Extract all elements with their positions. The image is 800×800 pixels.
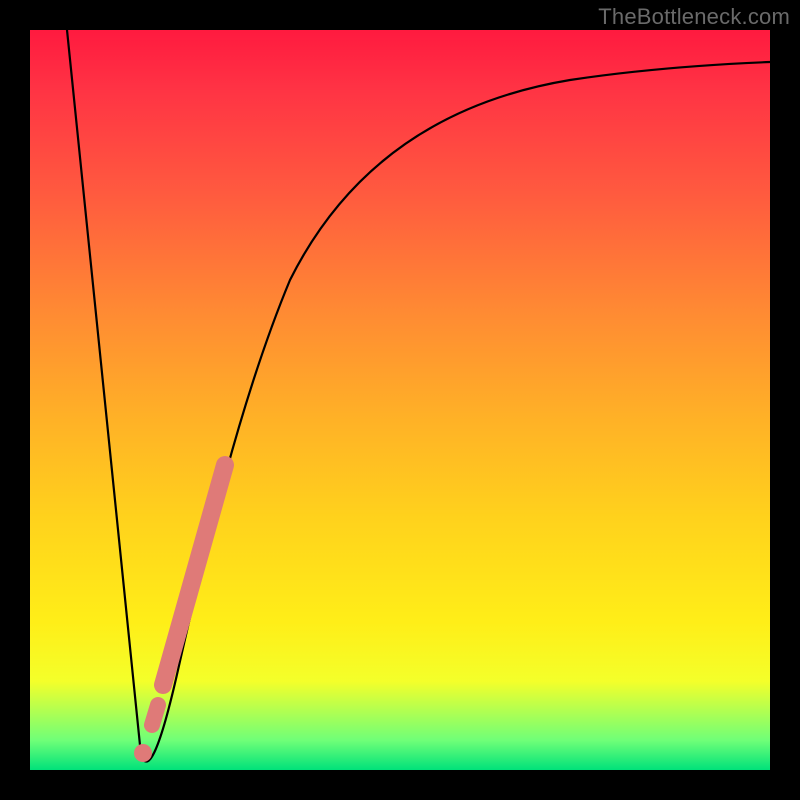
highlight-dot (134, 744, 152, 762)
highlight-dash (152, 705, 158, 725)
bottleneck-curve-svg (30, 30, 770, 770)
highlight-segment (163, 465, 225, 685)
watermark-text: TheBottleneck.com (598, 4, 790, 30)
